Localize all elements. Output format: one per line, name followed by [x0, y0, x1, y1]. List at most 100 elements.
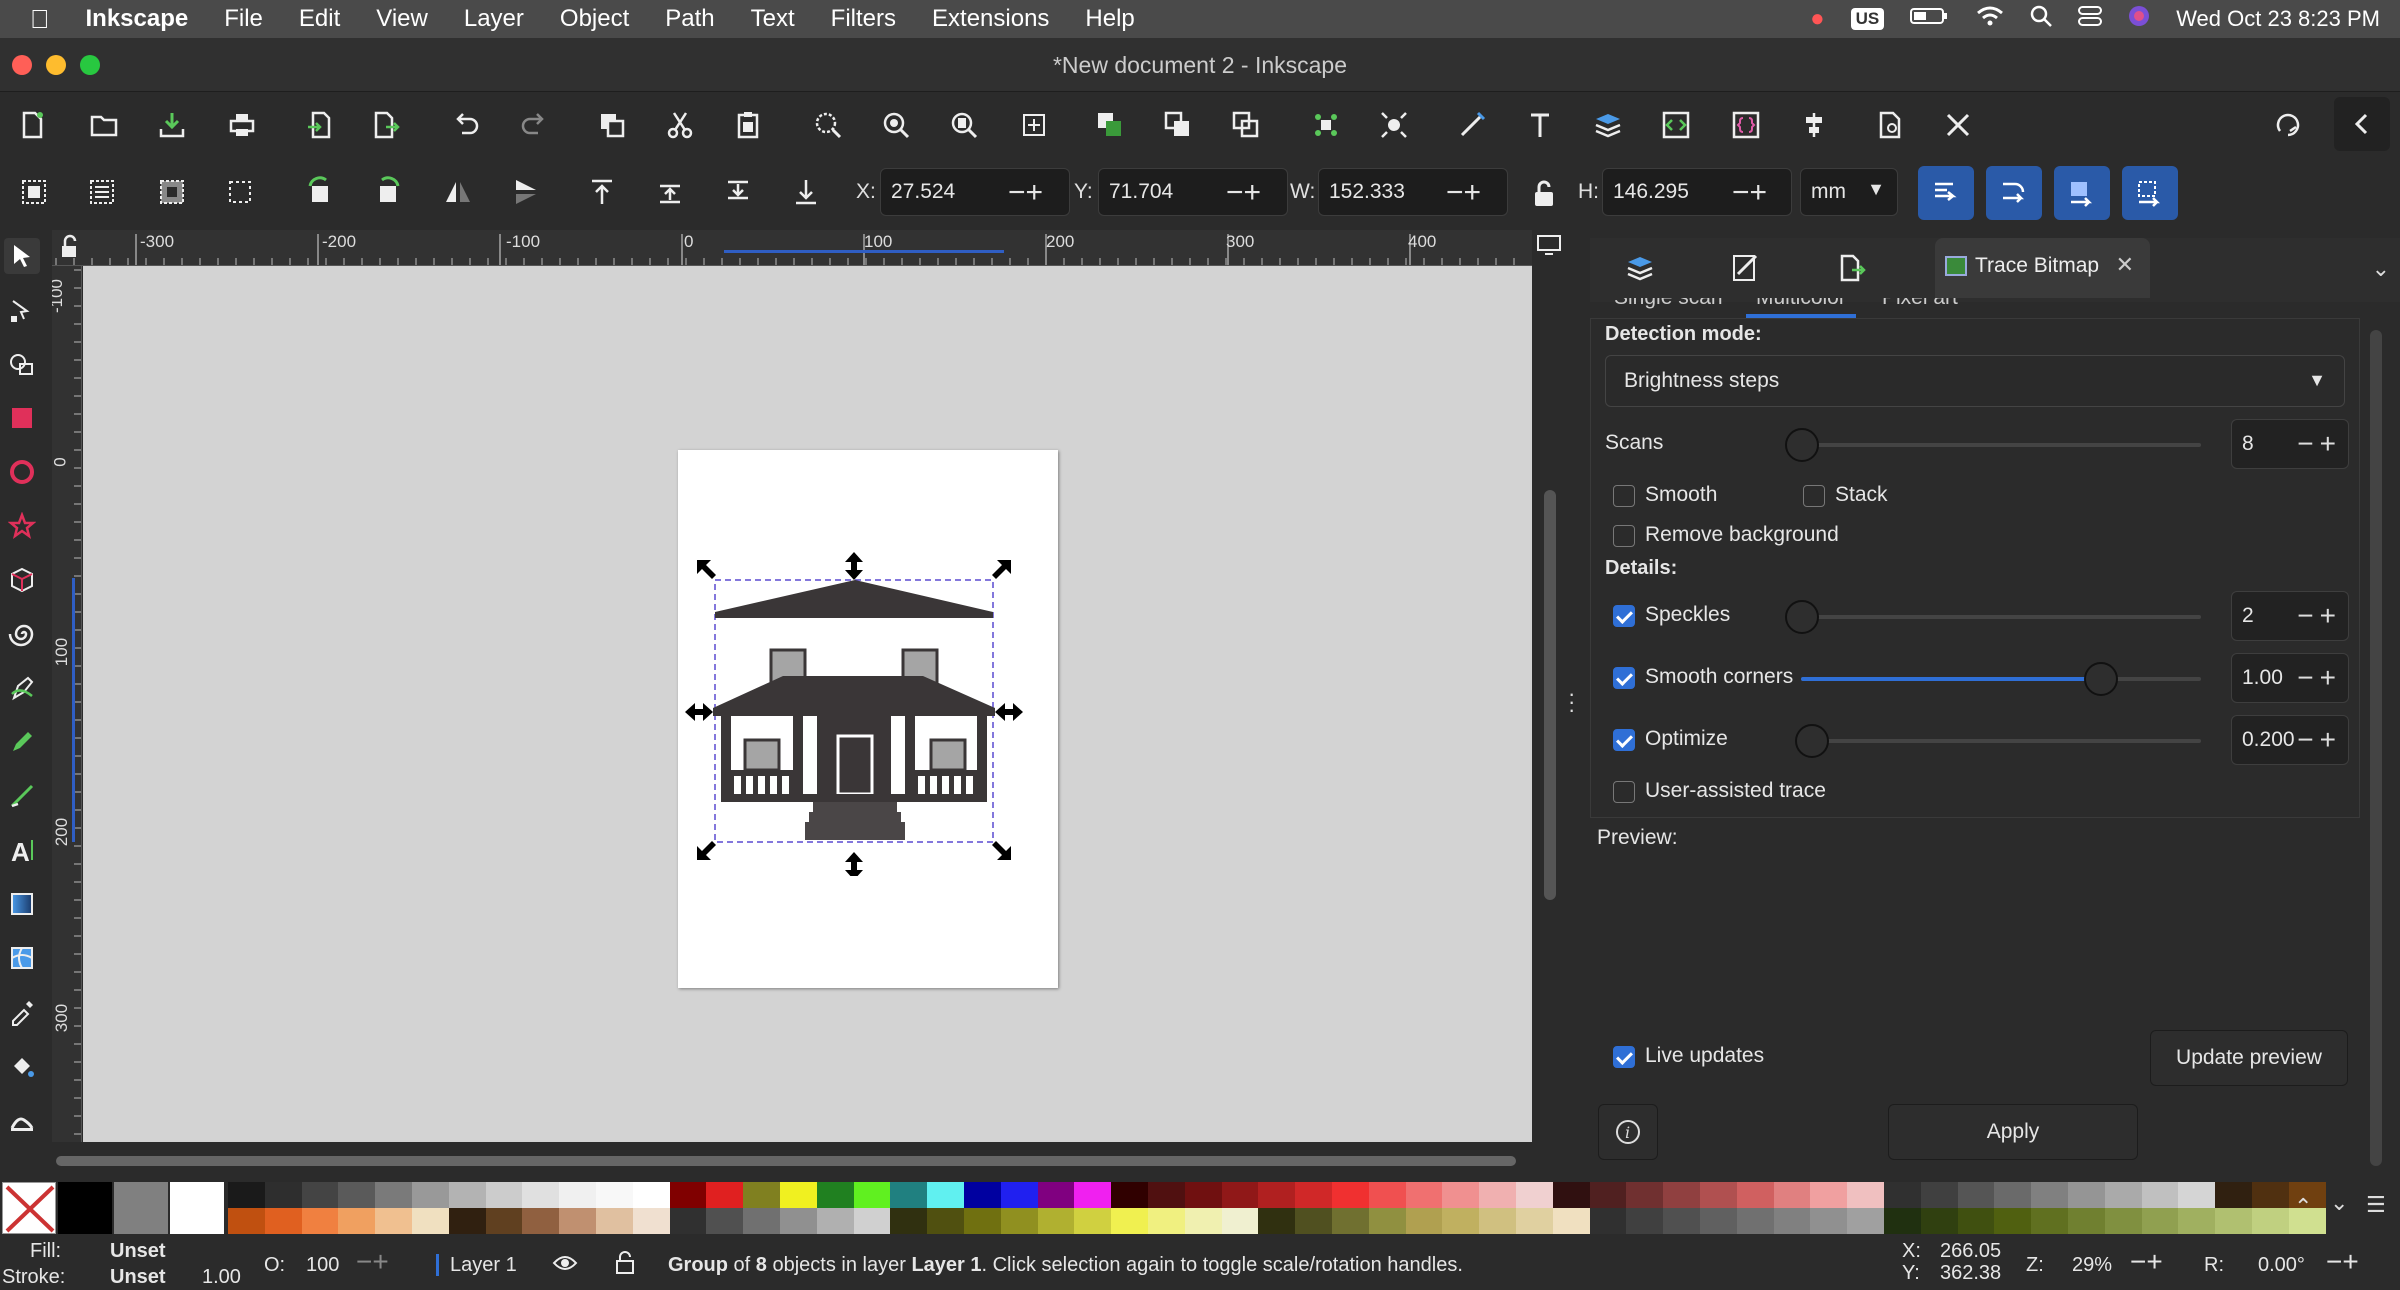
spotlight-search-icon[interactable]: [2030, 5, 2053, 33]
color-swatch[interactable]: [1700, 1182, 1738, 1208]
text-font-icon[interactable]: [1518, 103, 1562, 147]
raise-icon[interactable]: [648, 170, 692, 214]
color-swatch[interactable]: [522, 1208, 560, 1234]
color-swatch[interactable]: [1405, 1208, 1443, 1234]
layers-icon[interactable]: [1586, 103, 1630, 147]
zoom-center-page-icon[interactable]: [1012, 103, 1056, 147]
color-swatch[interactable]: [1000, 1208, 1039, 1234]
color-swatch[interactable]: [853, 1208, 891, 1234]
color-swatch[interactable]: [780, 1182, 818, 1208]
color-swatch[interactable]: [669, 1208, 707, 1234]
color-swatch[interactable]: [890, 1208, 928, 1234]
lower-to-bottom-icon[interactable]: [784, 170, 828, 214]
stroke-width-value[interactable]: 1.00: [202, 1266, 241, 1289]
smooth-corners-slider[interactable]: [1801, 662, 2201, 696]
layers-objects-tab-icon[interactable]: [1624, 252, 1656, 289]
fill-value[interactable]: Unset: [110, 1240, 166, 1263]
scans-stepper[interactable]: −+: [2297, 428, 2342, 460]
color-swatch[interactable]: [2104, 1182, 2143, 1208]
apple-icon[interactable]: : [0, 4, 68, 35]
opacity-value[interactable]: 100: [306, 1254, 339, 1277]
speckles-slider[interactable]: [1785, 600, 2201, 634]
dock-scrollbar[interactable]: [2370, 330, 2382, 1166]
update-preview-button[interactable]: Update preview: [2150, 1030, 2348, 1086]
zoom-drawing-icon[interactable]: [874, 103, 918, 147]
color-swatch[interactable]: [375, 1208, 413, 1234]
color-swatch[interactable]: [1111, 1182, 1149, 1208]
color-swatch[interactable]: [1037, 1208, 1075, 1234]
optimize-stepper[interactable]: −+: [2297, 724, 2342, 756]
scans-spinbox[interactable]: 8 −+: [2231, 419, 2349, 469]
color-swatch[interactable]: [448, 1182, 487, 1208]
color-swatch[interactable]: [1479, 1182, 1517, 1208]
color-swatch[interactable]: [1920, 1208, 1959, 1234]
horizontal-ruler[interactable]: -300 -200 -100 0 100 200 300 400: [52, 230, 1532, 266]
smooth-corners-spinbox[interactable]: 1.00 −+: [2231, 653, 2349, 703]
flip-horizontal-icon[interactable]: [436, 170, 480, 214]
menu-filters[interactable]: Filters: [813, 5, 914, 33]
export-tab-icon[interactable]: [1836, 252, 1868, 289]
color-swatch[interactable]: [1184, 1208, 1223, 1234]
mesh-tool-icon[interactable]: [4, 940, 40, 976]
color-swatch[interactable]: [2031, 1182, 2069, 1208]
opacity-stepper[interactable]: −+: [356, 1246, 389, 1278]
smooth-checkbox[interactable]: [1613, 485, 1635, 507]
scans-slider[interactable]: [1785, 428, 2201, 462]
speckles-stepper[interactable]: −+: [2297, 600, 2342, 632]
gradient-tool-icon[interactable]: [4, 886, 40, 922]
menu-text[interactable]: Text: [733, 5, 813, 33]
color-swatch[interactable]: [1405, 1182, 1443, 1208]
color-swatch[interactable]: [1221, 1182, 1259, 1208]
copy-icon[interactable]: [590, 103, 634, 147]
color-swatch[interactable]: [1000, 1182, 1039, 1208]
remove-background-checkbox[interactable]: [1613, 525, 1635, 547]
color-swatch[interactable]: [412, 1182, 450, 1208]
ellipse-tool-icon[interactable]: [4, 454, 40, 490]
raise-to-top-icon[interactable]: [580, 170, 624, 214]
palette-scroll-up-icon[interactable]: ⌃: [2294, 1194, 2312, 1220]
color-swatch[interactable]: [1442, 1182, 1480, 1208]
color-swatch[interactable]: [2252, 1182, 2290, 1208]
color-swatch[interactable]: [1074, 1208, 1112, 1234]
color-swatch[interactable]: [1221, 1208, 1259, 1234]
color-swatch[interactable]: [743, 1208, 781, 1234]
smooth-corners-stepper[interactable]: −+: [2297, 662, 2342, 694]
menu-app-name[interactable]: Inkscape: [68, 5, 207, 33]
h-stepper[interactable]: −+: [1732, 178, 1767, 208]
color-swatch[interactable]: [1589, 1182, 1627, 1208]
color-swatch[interactable]: [1810, 1208, 1848, 1234]
color-swatch[interactable]: [301, 1182, 339, 1208]
color-swatch[interactable]: [1810, 1182, 1848, 1208]
color-swatch[interactable]: [1332, 1208, 1370, 1234]
live-updates-checkbox[interactable]: [1613, 1046, 1635, 1068]
color-swatch[interactable]: [2215, 1182, 2253, 1208]
selector-tool-icon[interactable]: [4, 238, 40, 274]
move-gradients-button[interactable]: [2054, 166, 2110, 220]
color-swatch[interactable]: [2141, 1182, 2179, 1208]
lower-icon[interactable]: [716, 170, 760, 214]
color-swatch[interactable]: [1368, 1182, 1407, 1208]
undo-icon[interactable]: [444, 103, 488, 147]
move-patterns-button[interactable]: [2122, 166, 2178, 220]
paste-icon[interactable]: [726, 103, 770, 147]
menu-object[interactable]: Object: [542, 5, 647, 33]
print-icon[interactable]: [220, 103, 264, 147]
color-swatch[interactable]: [264, 1208, 303, 1234]
rectangle-tool-icon[interactable]: [4, 400, 40, 436]
dock-menu-chevron-icon[interactable]: ⌄: [2372, 256, 2390, 282]
color-swatch[interactable]: [2178, 1208, 2216, 1234]
save-document-icon[interactable]: [150, 103, 194, 147]
layer-lock-icon[interactable]: [614, 1250, 636, 1282]
color-swatch[interactable]: [485, 1182, 523, 1208]
color-swatch[interactable]: [338, 1208, 376, 1234]
select-all-layers-icon[interactable]: [80, 170, 124, 214]
color-swatch[interactable]: [2031, 1208, 2069, 1234]
no-paint-swatch[interactable]: [2, 1182, 56, 1234]
redo-icon[interactable]: [512, 103, 556, 147]
wifi-icon[interactable]: [1976, 5, 2004, 33]
color-swatch[interactable]: [632, 1182, 671, 1208]
slider-knob[interactable]: [1795, 724, 1829, 758]
toggle-snap-toolbar-button[interactable]: [2334, 97, 2390, 151]
creative-cloud-icon[interactable]: ●: [1810, 5, 1825, 33]
color-swatch[interactable]: [1663, 1208, 1701, 1234]
